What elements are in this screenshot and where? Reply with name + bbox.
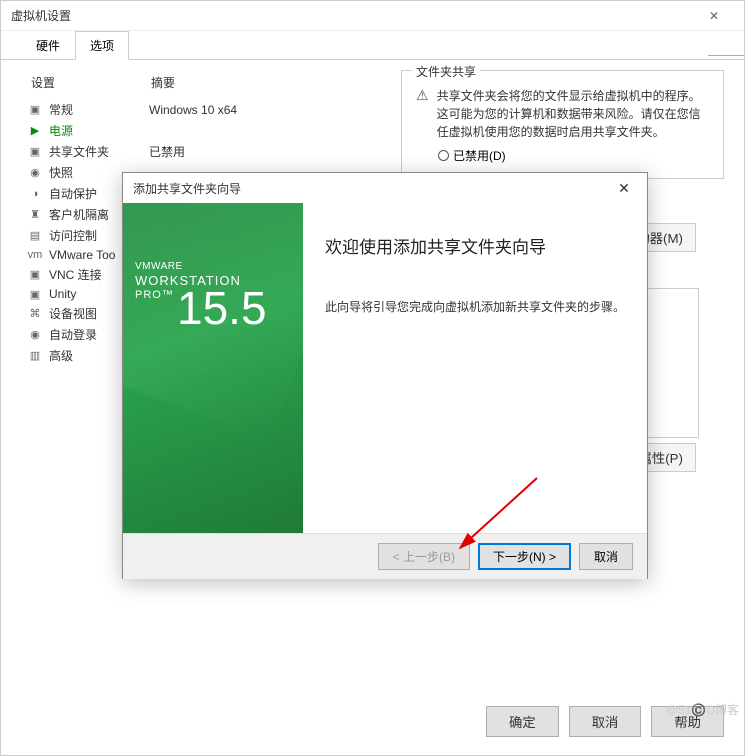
add-shared-folder-wizard: 添加共享文件夹向导 ✕ VMWARE WORKSTATION PRO™ 15.5… [122, 172, 648, 579]
window-title: 虚拟机设置 [11, 7, 694, 24]
row-label: 常规 [49, 101, 149, 118]
row-icon: ▣ [27, 287, 43, 301]
col-setting: 设置 [21, 74, 151, 91]
wizard-heading: 欢迎使用添加共享文件夹向导 [325, 233, 625, 258]
brand-version: 15.5 [177, 281, 267, 335]
col-summary: 摘要 [151, 74, 371, 91]
radio-disabled[interactable]: 已禁用(D) [416, 147, 709, 164]
wizard-titlebar: 添加共享文件夹向导 ✕ [123, 173, 647, 203]
radio-label: 已禁用(D) [453, 147, 506, 164]
warning-icon: ⚠ [416, 87, 429, 104]
wizard-main: 欢迎使用添加共享文件夹向导 此向导将引导您完成向虚拟机添加新共享文件夹的步骤。 [303, 203, 647, 533]
row-label: 电源 [49, 122, 149, 139]
wizard-cancel-button[interactable]: 取消 [579, 543, 633, 570]
row-icon: ▶ [27, 124, 43, 138]
row-icon: ▣ [27, 145, 43, 159]
ok-button[interactable]: 确定 [486, 706, 559, 737]
row-label: 共享文件夹 [49, 143, 149, 160]
settings-row[interactable]: ▶ 电源 [21, 120, 371, 141]
group-title: 文件夹共享 [412, 63, 480, 80]
folder-sharing-group: 文件夹共享 ⚠ 共享文件夹会将您的文件显示给虚拟机中的程序。这可能为您的计算机和… [401, 70, 724, 179]
wizard-title: 添加共享文件夹向导 [133, 180, 607, 197]
row-icon: ◉ [27, 328, 43, 342]
info-row: ⚠ 共享文件夹会将您的文件显示给虚拟机中的程序。这可能为您的计算机和数据带来风险… [416, 87, 709, 141]
wizard-body: VMWARE WORKSTATION PRO™ 15.5 欢迎使用添加共享文件夹… [123, 203, 647, 533]
cancel-button[interactable]: 取消 [569, 706, 642, 737]
wizard-footer: < 上一步(B) 下一步(N) > 取消 [123, 533, 647, 579]
row-icon: ⌘ [27, 307, 43, 321]
row-icon: ◉ [27, 166, 43, 180]
row-icon: ▣ [27, 103, 43, 117]
titlebar: 虚拟机设置 ✕ [1, 1, 744, 31]
settings-row[interactable]: ▣ 常规Windows 10 x64 [21, 99, 371, 120]
row-value: Windows 10 x64 [149, 103, 371, 117]
wizard-sidebar: VMWARE WORKSTATION PRO™ 15.5 [123, 203, 303, 533]
row-icon: ▣ [27, 268, 43, 282]
settings-header: 设置 摘要 [21, 70, 371, 95]
tab-options[interactable]: 选项 [75, 31, 129, 60]
row-value: 已禁用 [149, 143, 371, 160]
wizard-text: 此向导将引导您完成向虚拟机添加新共享文件夹的步骤。 [325, 298, 625, 317]
settings-row[interactable]: ▣ 共享文件夹已禁用 [21, 141, 371, 162]
radio-icon [438, 150, 449, 161]
tabs: 硬件 选项 [1, 31, 744, 60]
row-icon: vm [27, 248, 43, 262]
row-icon: ▤ [27, 229, 43, 243]
row-icon: ♜ [27, 208, 43, 222]
brand-pro: PRO™ [135, 289, 174, 301]
brand-small: VMWARE [135, 261, 183, 272]
row-icon: ◑ [27, 187, 43, 201]
next-button[interactable]: 下一步(N) > [478, 543, 571, 570]
divider [708, 55, 744, 56]
row-icon: ▥ [27, 349, 43, 363]
wizard-close-icon[interactable]: ✕ [607, 180, 641, 197]
back-button[interactable]: < 上一步(B) [378, 543, 470, 570]
info-text: 共享文件夹会将您的文件显示给虚拟机中的程序。这可能为您的计算机和数据带来风险。请… [437, 87, 709, 141]
tab-hardware[interactable]: 硬件 [21, 31, 75, 60]
close-icon[interactable]: ✕ [694, 2, 734, 30]
watermark: @51©️D博客 [666, 701, 739, 718]
